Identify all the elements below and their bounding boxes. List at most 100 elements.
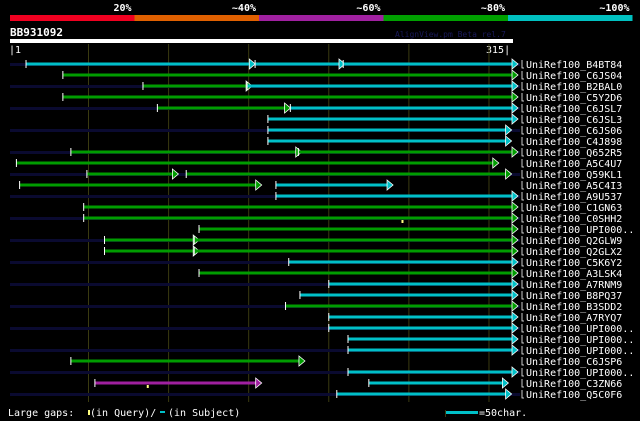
alignment-segment[interactable] [83,216,513,220]
hit-label[interactable]: UniRef100_UPI000.. [526,225,634,236]
alignment-segment[interactable] [290,106,513,110]
alignment-segment[interactable] [328,326,513,330]
hit-row[interactable]: UniRef100_C6JS06 [10,124,622,137]
hit-label[interactable]: UniRef100_A7RNM9 [526,280,622,291]
alignment-segment[interactable] [62,73,513,77]
alignment-segment[interactable] [157,106,286,110]
hit-label[interactable]: UniRef100_C3ZN66 [526,379,622,390]
alignment-segment[interactable] [267,139,507,143]
alignment-segment[interactable] [348,348,513,352]
hit-label[interactable]: UniRef100_A5C4I3 [526,181,622,192]
hit-row[interactable]: UniRef100_C6JS04 [62,69,622,82]
hit-row[interactable]: UniRef100_A7RNM9 [10,278,622,291]
hit-row[interactable]: UniRef100_C3ZN66 [94,377,622,390]
hit-label[interactable]: UniRef100_C6JS04 [526,71,622,82]
alignment-segment[interactable] [194,249,514,253]
alignment-segment[interactable] [62,95,513,99]
alignment-segment[interactable] [19,183,257,187]
alignment-segment[interactable] [275,183,389,187]
hit-label[interactable]: UniRef100_C0SHH2 [526,214,622,225]
alignment-segment[interactable] [186,172,507,176]
alignment-segment[interactable] [328,282,513,286]
alignment-segment[interactable] [142,84,248,88]
hit-label[interactable]: UniRef100_C1GN63 [526,203,622,214]
hit-row[interactable]: UniRef100_UPI000.. [10,322,634,335]
alignment-segment[interactable] [104,249,195,253]
hit-label[interactable]: UniRef100_C4J898 [526,137,622,148]
alignment-segment[interactable] [199,227,513,231]
hit-row[interactable]: UniRef100_Q652R5 [10,146,622,159]
alignment-segment[interactable] [267,128,507,132]
hit-label[interactable]: UniRef100_Q59KL1 [526,170,622,181]
hit-label[interactable]: UniRef100_Q5C0F6 [526,390,622,401]
hit-row[interactable]: UniRef100_C5Y2D6 [62,91,622,104]
hit-row[interactable]: UniRef100_Q2GLX2 [104,245,622,258]
alignment-segment[interactable] [83,205,513,209]
hit-row[interactable]: UniRef100_C6JSL7 [10,102,622,115]
hit-row[interactable]: UniRef100_C6JSP6 [70,355,622,368]
alignment-segment[interactable] [348,370,513,374]
hit-row[interactable]: UniRef100_B4BT84 [10,58,622,71]
alignment-segment[interactable] [285,304,513,308]
hit-row[interactable]: UniRef100_A7RYQ7 [328,311,622,324]
alignment-segment[interactable] [104,238,195,242]
hit-label[interactable]: UniRef100_Q2GLX2 [526,247,622,258]
hit-label[interactable]: UniRef100_C6JSL3 [526,115,622,126]
hit-row[interactable]: UniRef100_C5K6Y2 [10,256,622,269]
alignment-segment[interactable] [298,150,513,154]
hit-label[interactable]: UniRef100_B4BT84 [526,60,622,71]
hit-row[interactable]: UniRef100_C6JSL3 [267,113,622,126]
alignment-segment[interactable] [328,315,513,319]
hit-label[interactable]: UniRef100_C5K6Y2 [526,258,622,269]
alignment-segment[interactable] [94,381,257,385]
hit-label[interactable]: UniRef100_A7RYQ7 [526,313,622,324]
alignment-segment[interactable] [86,172,174,176]
hit-row[interactable]: UniRef100_UPI000.. [198,223,635,236]
hit-row[interactable]: UniRef100_C0SHH2 [10,212,622,225]
hit-row[interactable]: UniRef100_B3SDD2 [10,300,622,313]
alignment-segment[interactable] [16,161,494,165]
alignment-segment[interactable] [255,62,340,66]
hit-row[interactable]: UniRef100_Q59KL1 [10,168,622,181]
hit-label[interactable]: UniRef100_C6JSP6 [526,357,622,368]
alignment-segment[interactable] [194,238,514,242]
alignment-segment[interactable] [288,260,513,264]
hit-label[interactable]: UniRef100_UPI000.. [526,346,634,357]
hit-label[interactable]: UniRef100_B3SDD2 [526,302,622,313]
hit-row[interactable]: UniRef100_A5C4I3 [19,179,622,192]
hit-row[interactable]: UniRef100_Q5C0F6 [10,388,622,401]
alignment-segment[interactable] [70,150,297,154]
hit-label[interactable]: UniRef100_Q652R5 [526,148,622,159]
hit-row[interactable]: UniRef100_B8PQ37 [299,289,622,302]
hit-label[interactable]: UniRef100_A5C4U7 [526,159,622,170]
hit-row[interactable]: UniRef100_A9U537 [10,190,622,203]
hit-label[interactable]: UniRef100_C6JSL7 [526,104,622,115]
hit-label[interactable]: UniRef100_UPI000.. [526,368,634,379]
hit-row[interactable]: UniRef100_B2BAL0 [10,80,622,93]
alignment-segment[interactable] [299,293,513,297]
hit-row[interactable]: UniRef100_C1GN63 [83,201,622,214]
alignment-segment[interactable] [199,271,513,275]
alignment-segment[interactable] [70,359,300,363]
hit-label[interactable]: UniRef100_B8PQ37 [526,291,622,302]
hit-label[interactable]: UniRef100_C5Y2D6 [526,93,622,104]
hit-row[interactable]: UniRef100_A5C4U7 [15,157,622,170]
alignment-segment[interactable] [336,392,507,396]
hit-label[interactable]: UniRef100_UPI000.. [526,324,634,335]
hit-label[interactable]: UniRef100_B2BAL0 [526,82,622,93]
hit-row[interactable]: UniRef100_C4J898 [267,135,622,148]
hit-row[interactable]: UniRef100_A3LSK4 [198,267,623,280]
alignment-segment[interactable] [267,117,513,121]
hit-label[interactable]: UniRef100_C6JS06 [526,126,622,137]
alignment-segment[interactable] [343,62,513,66]
hit-row[interactable]: UniRef100_UPI000.. [347,333,635,346]
alignment-segment[interactable] [348,337,513,341]
hit-row[interactable]: UniRef100_UPI000.. [10,344,634,357]
hit-label[interactable]: UniRef100_UPI000.. [526,335,634,346]
alignment-segment[interactable] [368,381,504,385]
hit-label[interactable]: UniRef100_A9U537 [526,192,622,203]
hit-label[interactable]: UniRef100_A3LSK4 [526,269,622,280]
alignment-segment[interactable] [275,194,513,198]
hit-row[interactable]: UniRef100_Q2GLW9 [10,234,622,247]
alignment-segment[interactable] [247,84,513,88]
